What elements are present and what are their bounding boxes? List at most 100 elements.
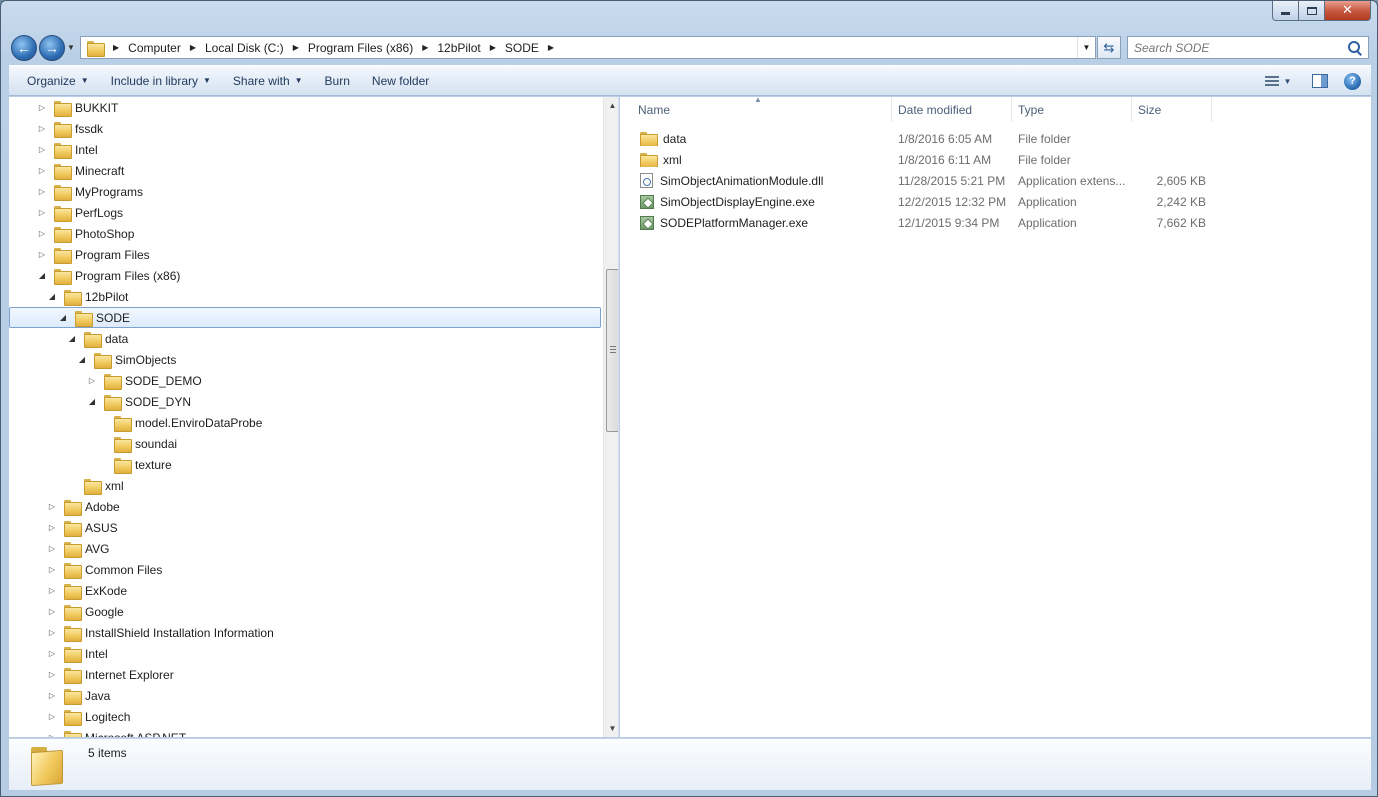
- tree-item[interactable]: ▷ Google: [9, 601, 601, 622]
- tree-item[interactable]: ▷ PhotoShop: [9, 223, 601, 244]
- scroll-down-arrow[interactable]: ▼: [604, 720, 618, 737]
- expanded-arrow-icon[interactable]: ◢: [37, 271, 47, 280]
- column-header-size[interactable]: Size: [1132, 97, 1212, 122]
- file-row[interactable]: SODEPlatformManager.exe 12/1/2015 9:34 PM…: [632, 212, 1212, 233]
- organize-button[interactable]: Organize ▼: [19, 69, 97, 93]
- burn-button[interactable]: Burn: [317, 69, 358, 93]
- breadcrumb-computer[interactable]: Computer ▶: [124, 37, 201, 58]
- collapsed-arrow-icon[interactable]: ▷: [37, 166, 47, 175]
- collapsed-arrow-icon[interactable]: ▷: [37, 229, 47, 238]
- search-icon[interactable]: [1346, 39, 1364, 57]
- column-header-date-modified[interactable]: Date modified: [892, 97, 1012, 122]
- collapsed-arrow-icon[interactable]: ▷: [47, 565, 57, 574]
- help-icon[interactable]: ?: [1344, 72, 1361, 90]
- collapsed-arrow-icon[interactable]: ▷: [47, 607, 57, 616]
- tree-item[interactable]: ▷ InstallShield Installation Information: [9, 622, 601, 643]
- tree-item[interactable]: ◢ 12bPilot: [9, 286, 601, 307]
- column-header-type[interactable]: Type: [1012, 97, 1132, 122]
- maximize-button[interactable]: [1299, 1, 1325, 21]
- file-row[interactable]: data 1/8/2016 6:05 AM File folder: [632, 128, 1212, 149]
- breadcrumb-local-disk[interactable]: Local Disk (C:) ▶: [201, 37, 304, 58]
- tree-item[interactable]: ◢ SODE_DYN: [9, 391, 601, 412]
- tree-item[interactable]: ▷ Microsoft ASP.NET: [9, 727, 601, 737]
- expanded-arrow-icon[interactable]: ◢: [87, 397, 97, 406]
- tree-item[interactable]: ◢ data: [9, 328, 601, 349]
- scroll-up-arrow[interactable]: ▲: [604, 97, 618, 114]
- tree-item[interactable]: model.EnviroDataProbe: [9, 412, 601, 433]
- tree-item[interactable]: soundai: [9, 433, 601, 454]
- expanded-arrow-icon[interactable]: ◢: [47, 292, 57, 301]
- collapsed-arrow-icon[interactable]: ▷: [87, 376, 97, 385]
- collapsed-arrow-icon[interactable]: ▷: [37, 187, 47, 196]
- breadcrumb-root-arrow[interactable]: ▶: [108, 43, 124, 52]
- tree-item[interactable]: ▷ Minecraft: [9, 160, 601, 181]
- back-button[interactable]: ←: [11, 35, 37, 61]
- tree-item[interactable]: ▷ ExKode: [9, 580, 601, 601]
- collapsed-arrow-icon[interactable]: ▷: [47, 628, 57, 637]
- tree-item[interactable]: ▷ Java: [9, 685, 601, 706]
- forward-button[interactable]: →: [39, 35, 65, 61]
- search-input[interactable]: [1128, 37, 1346, 58]
- breadcrumb-arrow[interactable]: ▶: [543, 43, 559, 52]
- collapsed-arrow-icon[interactable]: ▷: [47, 502, 57, 511]
- new-folder-button[interactable]: New folder: [364, 69, 437, 93]
- expanded-arrow-icon[interactable]: ◢: [58, 313, 68, 322]
- tree-item[interactable]: ▷ Program Files: [9, 244, 601, 265]
- column-header-name[interactable]: Name ▲: [632, 95, 892, 122]
- file-row[interactable]: SimObjectAnimationModule.dll 11/28/2015 5…: [632, 170, 1212, 191]
- collapsed-arrow-icon[interactable]: ▷: [47, 523, 57, 532]
- tree-item[interactable]: ▷ PerfLogs: [9, 202, 601, 223]
- collapsed-arrow-icon[interactable]: ▷: [37, 250, 47, 259]
- tree-item[interactable]: ▷ SODE_DEMO: [9, 370, 601, 391]
- breadcrumb-sode[interactable]: SODE ▶: [501, 37, 559, 58]
- address-bar[interactable]: ▶ Computer ▶ Local Disk (C:) ▶ Program Fil…: [80, 36, 1096, 59]
- collapsed-arrow-icon[interactable]: ▷: [37, 145, 47, 154]
- breadcrumb-arrow[interactable]: ▶: [417, 43, 433, 52]
- tree-item[interactable]: ◢ Program Files (x86): [9, 265, 601, 286]
- include-in-library-button[interactable]: Include in library ▼: [103, 69, 219, 93]
- collapsed-arrow-icon[interactable]: ▷: [37, 208, 47, 217]
- collapsed-arrow-icon[interactable]: ▷: [47, 649, 57, 658]
- file-row[interactable]: SimObjectDisplayEngine.exe 12/2/2015 12:3…: [632, 191, 1212, 212]
- tree-item[interactable]: ▷ MyPrograms: [9, 181, 601, 202]
- collapsed-arrow-icon[interactable]: ▷: [47, 670, 57, 679]
- navigation-scrollbar[interactable]: ▲ ▼: [603, 97, 618, 737]
- breadcrumb-arrow[interactable]: ▶: [485, 43, 501, 52]
- breadcrumb-arrow[interactable]: ▶: [288, 43, 304, 52]
- expanded-arrow-icon[interactable]: ◢: [67, 334, 77, 343]
- share-with-button[interactable]: Share with ▼: [225, 69, 311, 93]
- tree-item[interactable]: texture: [9, 454, 601, 475]
- tree-item[interactable]: ▷ Logitech: [9, 706, 601, 727]
- change-view-button[interactable]: ▼: [1258, 69, 1298, 93]
- scroll-thumb[interactable]: [606, 269, 618, 432]
- tree-item[interactable]: ◢ SODE: [9, 307, 601, 328]
- breadcrumb-program-files-x86[interactable]: Program Files (x86) ▶: [304, 37, 434, 58]
- collapsed-arrow-icon[interactable]: ▷: [37, 124, 47, 133]
- collapsed-arrow-icon[interactable]: ▷: [37, 103, 47, 112]
- tree-item[interactable]: ◢ SimObjects: [9, 349, 601, 370]
- close-button[interactable]: ✕: [1325, 1, 1371, 21]
- collapsed-arrow-icon[interactable]: ▷: [47, 586, 57, 595]
- collapsed-arrow-icon[interactable]: ▷: [47, 691, 57, 700]
- address-history-dropdown[interactable]: ▼: [1077, 37, 1095, 58]
- tree-item[interactable]: ▷ ASUS: [9, 517, 601, 538]
- collapsed-arrow-icon[interactable]: ▷: [47, 544, 57, 553]
- refresh-button[interactable]: ⇆: [1097, 36, 1121, 59]
- tree-item[interactable]: ▷ AVG: [9, 538, 601, 559]
- tree-item[interactable]: ▷ Intel: [9, 643, 601, 664]
- tree-item[interactable]: xml: [9, 475, 601, 496]
- tree-item[interactable]: ▷ Intel: [9, 139, 601, 160]
- file-row[interactable]: xml 1/8/2016 6:11 AM File folder: [632, 149, 1212, 170]
- recent-pages-dropdown[interactable]: ▼: [67, 43, 75, 52]
- expanded-arrow-icon[interactable]: ◢: [77, 355, 87, 364]
- search-box[interactable]: [1127, 36, 1369, 59]
- collapsed-arrow-icon[interactable]: ▷: [47, 712, 57, 721]
- collapsed-arrow-icon[interactable]: ▷: [47, 733, 57, 737]
- tree-item[interactable]: ▷ Adobe: [9, 496, 601, 517]
- tree-item[interactable]: ▷ Common Files: [9, 559, 601, 580]
- tree-item[interactable]: ▷ Internet Explorer: [9, 664, 601, 685]
- breadcrumb-arrow[interactable]: ▶: [185, 43, 201, 52]
- tree-item[interactable]: ▷ BUKKIT: [9, 97, 601, 118]
- breadcrumb-12bpilot[interactable]: 12bPilot ▶: [433, 37, 501, 58]
- preview-pane-icon[interactable]: [1312, 74, 1328, 88]
